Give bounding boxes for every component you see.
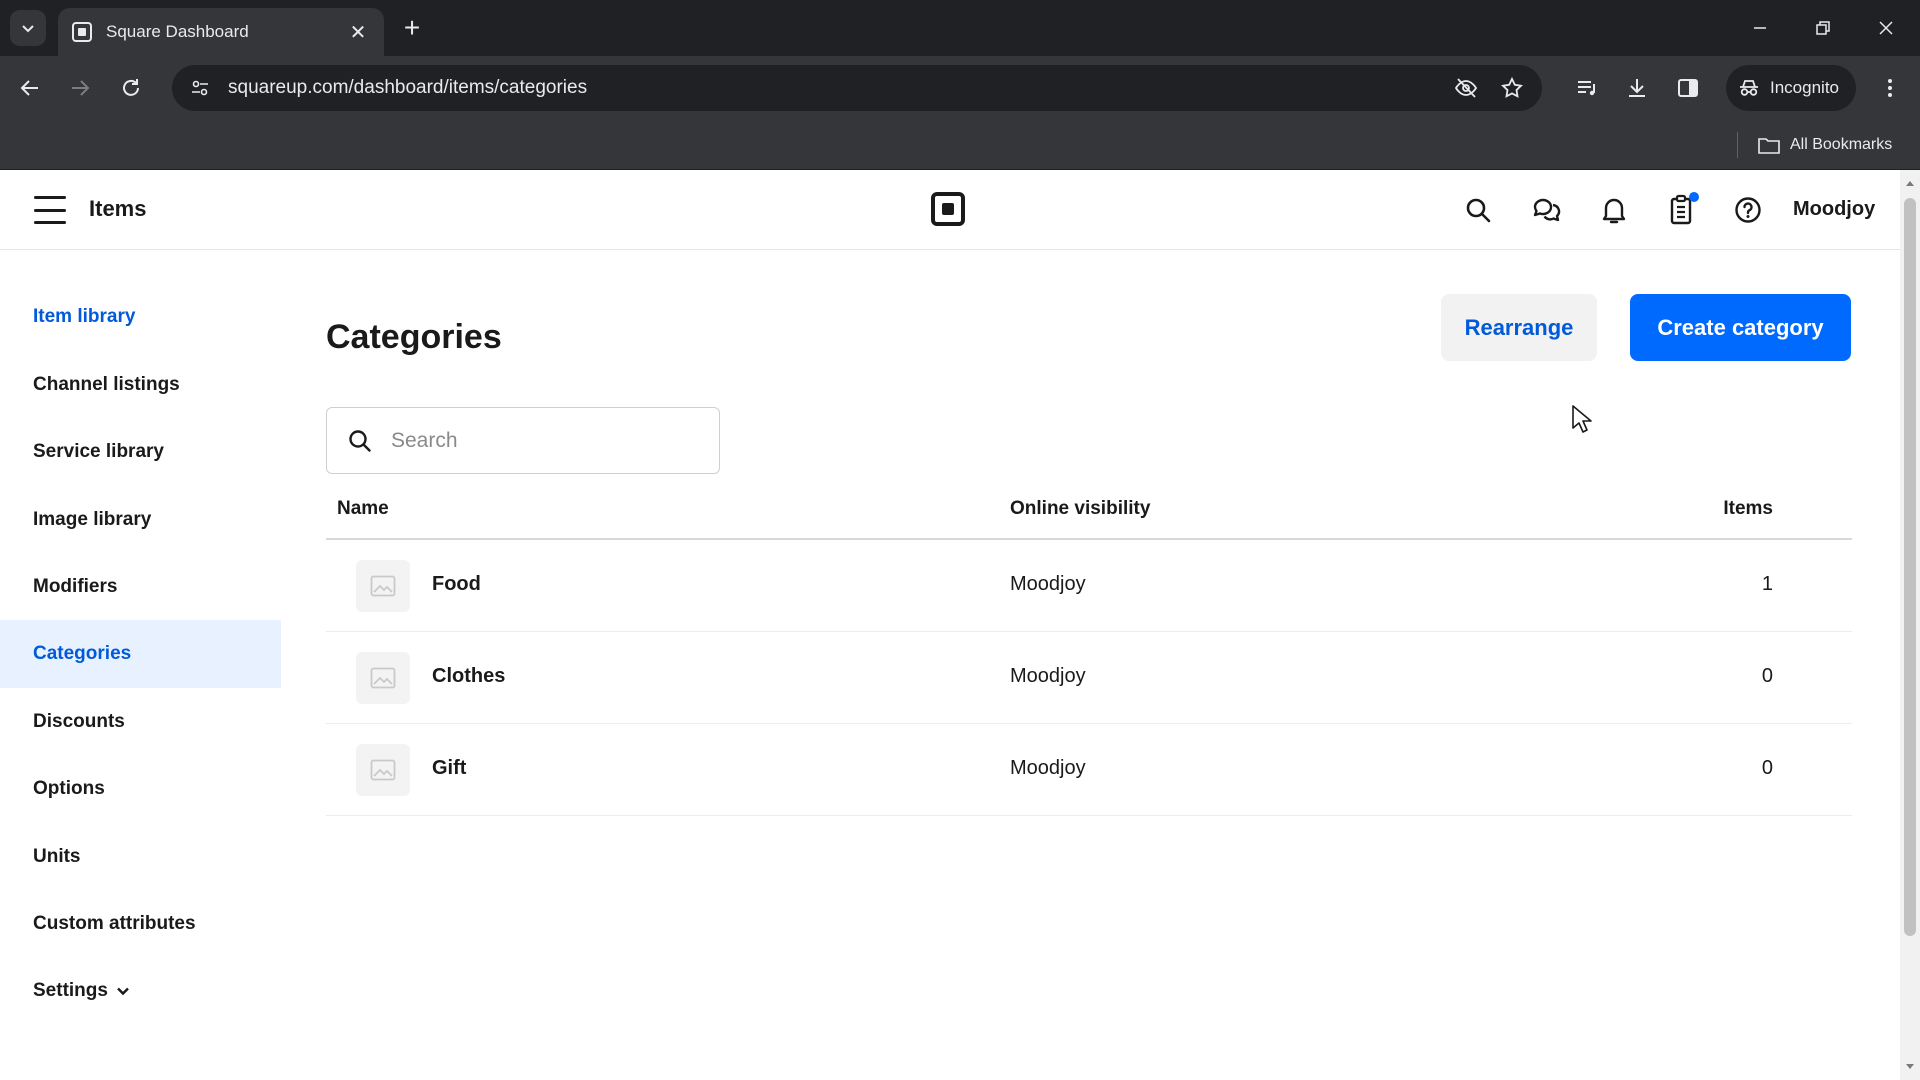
category-name[interactable]: Gift xyxy=(432,757,466,780)
messages-icon[interactable] xyxy=(1528,192,1564,228)
column-header-items: Items xyxy=(1723,498,1773,519)
browser-toolbar: squareup.com/dashboard/items/categories … xyxy=(0,56,1920,120)
all-bookmarks-label: All Bookmarks xyxy=(1790,136,1893,153)
sidebar-item-units[interactable]: Units xyxy=(0,823,281,891)
bookmarks-bar: All Bookmarks xyxy=(0,120,1920,170)
item-count: 1 xyxy=(1761,573,1773,595)
app-header: Items Moodjoy xyxy=(0,170,1900,250)
tab-search-button[interactable] xyxy=(10,10,46,46)
category-name[interactable]: Food xyxy=(432,573,481,596)
online-visibility-value: Moodjoy xyxy=(1010,665,1086,687)
sidebar-item-custom-attributes[interactable]: Custom attributes xyxy=(0,890,281,958)
hamburger-menu-icon[interactable] xyxy=(34,196,66,224)
online-visibility-value: Moodjoy xyxy=(1010,573,1086,595)
search-icon xyxy=(349,429,371,452)
side-panel-icon[interactable] xyxy=(1672,72,1704,104)
table-header: Name Online visibility Items xyxy=(326,486,1852,540)
browser-tabstrip: Square Dashboard ✕ + xyxy=(0,0,1920,56)
mouse-cursor-icon xyxy=(1572,405,1592,433)
image-placeholder-icon xyxy=(356,744,410,796)
sidebar-item-categories[interactable]: Categories xyxy=(0,620,281,688)
table-row[interactable]: Food Moodjoy 1 xyxy=(326,540,1852,632)
browser-tab[interactable]: Square Dashboard ✕ xyxy=(58,8,384,56)
new-tab-button[interactable]: + xyxy=(396,12,428,44)
account-menu[interactable]: Moodjoy xyxy=(1793,198,1875,221)
item-count: 0 xyxy=(1761,757,1773,779)
incognito-icon xyxy=(1740,80,1758,96)
minimize-icon[interactable] xyxy=(1740,10,1780,46)
reload-icon[interactable] xyxy=(113,70,149,106)
clipboard-icon[interactable] xyxy=(1663,192,1699,228)
restore-icon[interactable] xyxy=(1803,10,1843,46)
search-icon[interactable] xyxy=(1460,192,1496,228)
sidebar-item-options[interactable]: Options xyxy=(0,755,281,823)
bookmarks-separator xyxy=(1737,132,1738,158)
sidebar-item-settings[interactable]: Settings xyxy=(0,957,281,1025)
page-scrollbar[interactable] xyxy=(1900,170,1920,1080)
site-info-icon[interactable] xyxy=(188,76,212,100)
bell-icon[interactable] xyxy=(1596,192,1632,228)
all-bookmarks-button[interactable]: All Bookmarks xyxy=(1758,130,1892,160)
search-field[interactable] xyxy=(326,407,720,474)
incognito-indicator[interactable]: Incognito xyxy=(1726,65,1856,111)
media-controls-icon[interactable] xyxy=(1571,72,1603,104)
categories-table: Name Online visibility Items Food Moodjo… xyxy=(326,486,1852,816)
category-name[interactable]: Clothes xyxy=(432,665,505,688)
help-icon[interactable] xyxy=(1730,192,1766,228)
sidebar-nav: Item library Channel listings Service li… xyxy=(0,250,281,1080)
chevron-down-icon xyxy=(116,984,130,998)
forward-icon[interactable] xyxy=(62,70,98,106)
back-icon[interactable] xyxy=(12,70,48,106)
chevron-down-icon xyxy=(22,25,34,33)
window-close-icon[interactable] xyxy=(1866,10,1906,46)
tab-close-icon[interactable]: ✕ xyxy=(346,20,370,45)
download-icon[interactable] xyxy=(1621,72,1653,104)
notification-dot xyxy=(1689,192,1699,202)
search-input[interactable] xyxy=(391,428,691,453)
image-placeholder-icon xyxy=(356,652,410,704)
tab-title: Square Dashboard xyxy=(106,22,249,41)
browser-menu-icon[interactable] xyxy=(1874,72,1906,104)
sidebar-item-image-library[interactable]: Image library xyxy=(0,486,281,554)
sidebar-item-modifiers[interactable]: Modifiers xyxy=(0,553,281,621)
address-bar[interactable]: squareup.com/dashboard/items/categories xyxy=(172,65,1542,111)
item-count: 0 xyxy=(1761,665,1773,687)
table-row[interactable]: Clothes Moodjoy 0 xyxy=(326,632,1852,724)
folder-icon xyxy=(1758,138,1780,154)
online-visibility-value: Moodjoy xyxy=(1010,757,1086,779)
incognito-label: Incognito xyxy=(1770,78,1839,97)
table-row[interactable]: Gift Moodjoy 0 xyxy=(326,724,1852,816)
sidebar-item-service-library[interactable]: Service library xyxy=(0,418,281,486)
create-category-button[interactable]: Create category xyxy=(1630,294,1851,361)
sidebar-item-discounts[interactable]: Discounts xyxy=(0,688,281,756)
page-title: Categories xyxy=(326,318,502,356)
scroll-down-icon[interactable] xyxy=(1905,1062,1915,1072)
scrollbar-thumb[interactable] xyxy=(1904,198,1916,936)
column-header-name[interactable]: Name xyxy=(337,498,389,520)
sidebar-item-channel-listings[interactable]: Channel listings xyxy=(0,351,281,419)
sidebar-item-label: Settings xyxy=(33,980,108,1001)
eye-off-icon[interactable] xyxy=(1450,72,1482,104)
url-text: squareup.com/dashboard/items/categories xyxy=(228,77,588,98)
square-logo-icon[interactable] xyxy=(931,192,965,226)
bookmark-star-icon[interactable] xyxy=(1496,72,1528,104)
rearrange-button[interactable]: Rearrange xyxy=(1441,294,1597,361)
header-title: Items xyxy=(89,196,147,221)
square-favicon-icon xyxy=(72,22,92,42)
column-header-online-visibility: Online visibility xyxy=(1010,498,1151,519)
sidebar-item-item-library[interactable]: Item library xyxy=(0,283,281,351)
scroll-up-icon[interactable] xyxy=(1905,178,1915,188)
image-placeholder-icon xyxy=(356,560,410,612)
